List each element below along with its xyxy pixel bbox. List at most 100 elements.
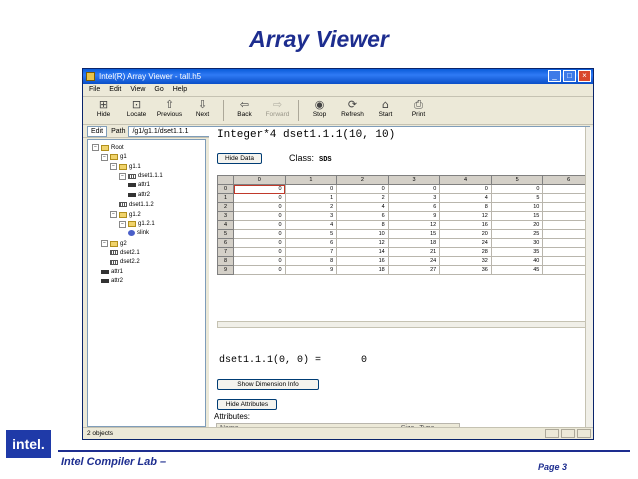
grid-row-header[interactable]: 0 — [217, 184, 234, 194]
grid-cell[interactable]: 20 — [490, 220, 544, 230]
collapse-icon[interactable]: − — [101, 240, 108, 247]
tree-node[interactable]: − g1.2.1 — [119, 220, 155, 228]
grid-cell[interactable]: 12 — [439, 211, 492, 221]
grid-cell[interactable]: 4 — [284, 220, 338, 230]
object-tree[interactable]: − Root − g1 − g1.1− dset1.1.1 attr1 attr2 dset1.1… — [87, 139, 206, 427]
grid-cell[interactable]: 8 — [284, 256, 338, 266]
grid-cell[interactable]: 12 — [336, 238, 389, 248]
grid-cell[interactable]: 7 — [284, 247, 338, 257]
grid-cell[interactable]: 16 — [336, 256, 389, 266]
menu-help[interactable]: Help — [173, 84, 187, 96]
grid-cell[interactable]: 24 — [439, 238, 492, 248]
grid-cell[interactable]: 0 — [233, 238, 286, 248]
close-icon[interactable]: × — [578, 70, 591, 82]
grid-cell[interactable]: 6 — [284, 238, 338, 248]
collapse-icon[interactable]: − — [101, 153, 108, 161]
hide-data-button[interactable]: Hide Data — [217, 153, 262, 164]
tree-node[interactable]: attr1 — [101, 269, 123, 275]
collapse-icon[interactable]: − — [119, 172, 126, 180]
tree-node[interactable]: attr1 — [128, 182, 150, 188]
grid-cell[interactable]: 6 — [387, 202, 441, 212]
hide-button[interactable]: ⊞ Hide — [87, 97, 120, 124]
grid-cell[interactable]: 15 — [490, 211, 544, 221]
tree-node[interactable]: − g1.1 — [110, 163, 141, 171]
grid-cell[interactable]: 0 — [233, 193, 286, 203]
grid-row-header[interactable]: 6 — [217, 238, 234, 248]
tree-node[interactable]: dset2.1 — [110, 250, 140, 256]
window-titlebar[interactable]: Intel(R) Array Viewer - tall.h5 _ □ × — [83, 69, 593, 84]
grid-column-header[interactable]: 1 — [284, 175, 338, 185]
grid-cell[interactable]: 0 — [284, 184, 338, 194]
grid-cell[interactable]: 10 — [490, 202, 544, 212]
grid-cell[interactable]: 8 — [439, 202, 492, 212]
tree-node[interactable]: slink — [128, 230, 149, 237]
tree-node[interactable]: attr2 — [128, 192, 150, 198]
grid-cell[interactable]: 0 — [490, 184, 544, 194]
grid-column-header[interactable]: 3 — [387, 175, 441, 185]
stop-button[interactable]: ◉ Stop — [303, 97, 336, 124]
grid-cell[interactable]: 2 — [284, 202, 338, 212]
grid-cell[interactable]: 18 — [336, 265, 389, 275]
grid-cell[interactable]: 0 — [233, 247, 286, 257]
grid-cell[interactable]: 4 — [439, 193, 492, 203]
grid-cell[interactable]: 14 — [336, 247, 389, 257]
grid-cell[interactable]: 2 — [336, 193, 389, 203]
tree-node[interactable]: attr2 — [101, 278, 123, 284]
grid-cell[interactable]: 5 — [490, 193, 544, 203]
grid-cell[interactable]: 32 — [439, 256, 492, 266]
tree-node[interactable]: − dset1.1.1 — [119, 172, 163, 180]
grid-cell[interactable]: 0 — [233, 265, 286, 275]
grid-cell[interactable]: 21 — [387, 247, 441, 257]
menu-file[interactable]: File — [89, 84, 100, 96]
grid-cell[interactable]: 9 — [284, 265, 338, 275]
edit-button[interactable]: Edit — [87, 125, 108, 137]
grid-cell[interactable]: 5 — [284, 229, 338, 239]
grid-cell[interactable]: 36 — [439, 265, 492, 275]
menu-view[interactable]: View — [130, 84, 145, 96]
grid-row-header[interactable]: 9 — [217, 265, 234, 275]
tree-node[interactable]: − Root — [92, 144, 124, 151]
grid-cell[interactable]: 0 — [233, 220, 286, 230]
show-dimension-info-button[interactable]: Show Dimension Info — [217, 379, 319, 390]
collapse-icon[interactable]: − — [110, 211, 117, 219]
minimize-icon[interactable]: _ — [548, 70, 561, 82]
previous-button[interactable]: ⇧ Previous — [153, 97, 186, 124]
print-button[interactable]: ⎙ Print — [402, 97, 435, 124]
tree-node[interactable]: − g2 — [101, 240, 127, 247]
grid-cell[interactable]: 16 — [439, 220, 492, 230]
grid-column-header[interactable]: 0 — [233, 175, 286, 185]
grid-cell[interactable]: 8 — [336, 220, 389, 230]
grid-cell[interactable]: 6 — [336, 211, 389, 221]
grid-cell[interactable]: 40 — [490, 256, 544, 266]
menu-edit[interactable]: Edit — [109, 84, 121, 96]
grid-column-header[interactable]: 4 — [439, 175, 492, 185]
grid-cell[interactable]: 0 — [233, 256, 286, 266]
menu-go[interactable]: Go — [154, 84, 163, 96]
grid-cell[interactable]: 0 — [439, 184, 492, 194]
grid-row-header[interactable]: 1 — [217, 193, 234, 203]
grid-cell[interactable]: 10 — [336, 229, 389, 239]
collapse-icon[interactable]: − — [110, 163, 117, 171]
grid-cell[interactable]: 0 — [387, 184, 441, 194]
grid-row-header[interactable]: 5 — [217, 229, 234, 239]
grid-cell[interactable]: 25 — [490, 229, 544, 239]
locate-button[interactable]: ⊡ Locate — [120, 97, 153, 124]
tree-node[interactable]: − g1 — [101, 153, 127, 161]
grid-cell[interactable]: 35 — [490, 247, 544, 257]
grid-cell[interactable]: 1 — [284, 193, 338, 203]
grid-column-header[interactable]: 2 — [336, 175, 389, 185]
start-button[interactable]: ⌂ Start — [369, 97, 402, 124]
tree-node[interactable]: dset2.2 — [110, 259, 140, 265]
grid-cell[interactable]: 45 — [490, 265, 544, 275]
collapse-icon[interactable]: − — [92, 144, 99, 151]
refresh-button[interactable]: ⟳ Refresh — [336, 97, 369, 124]
tree-node[interactable]: dset1.1.2 — [119, 202, 154, 208]
grid-row-header[interactable]: 4 — [217, 220, 234, 230]
collapse-icon[interactable]: − — [119, 220, 126, 228]
next-button[interactable]: ⇩ Next — [186, 97, 219, 124]
grid-cell[interactable]: 0 — [233, 229, 286, 239]
grid-cell[interactable]: 0 — [233, 211, 286, 221]
vertical-scrollbar[interactable] — [585, 127, 593, 427]
grid-cell[interactable]: 20 — [439, 229, 492, 239]
grid-row-header[interactable]: 2 — [217, 202, 234, 212]
